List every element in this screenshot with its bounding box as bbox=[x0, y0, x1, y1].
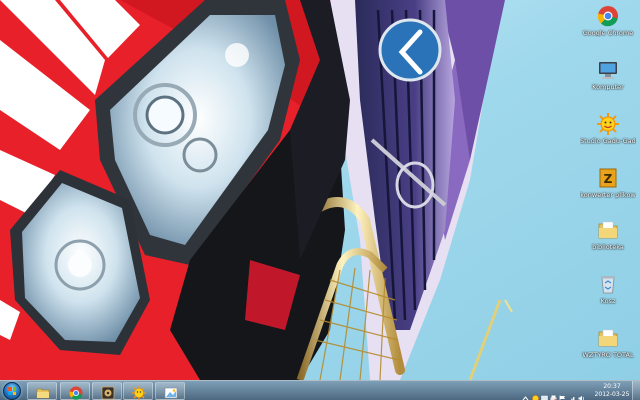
folder-icon bbox=[597, 219, 619, 241]
desktop-icon-wztyro-total[interactable]: WZTYRO TOTAL bbox=[580, 327, 636, 359]
taskbar-gadu-gadu-button[interactable] bbox=[123, 382, 153, 400]
chrome-icon bbox=[597, 5, 619, 27]
desktop-icon-label: WZTYRO TOTAL bbox=[582, 351, 634, 359]
start-button[interactable] bbox=[3, 382, 21, 400]
fire-truck-wallpaper-image bbox=[0, 0, 640, 380]
paint-icon bbox=[164, 385, 178, 399]
flag-tray-icon[interactable] bbox=[559, 387, 566, 400]
windows-logo-icon bbox=[8, 387, 16, 395]
folder-icon bbox=[597, 327, 619, 349]
clock-date: 2012-03-25 bbox=[594, 391, 630, 398]
taskbar-chrome-button[interactable] bbox=[60, 382, 90, 400]
tray-expand-icon[interactable] bbox=[522, 387, 529, 400]
desktop-icon-komputer[interactable]: Komputer bbox=[580, 59, 636, 91]
gadu-gadu-sun-icon bbox=[597, 113, 619, 135]
taskbar-media-button[interactable] bbox=[92, 382, 122, 400]
taskbar: 20:37 2012-03-25 bbox=[0, 380, 640, 400]
desktop-icon-label: Kosz bbox=[600, 297, 616, 305]
network-tray-icon[interactable] bbox=[541, 387, 548, 400]
show-desktop-button[interactable] bbox=[632, 381, 640, 400]
desktop-icon-google-chrome[interactable]: Google Chrome bbox=[580, 5, 636, 37]
computer-icon bbox=[597, 59, 619, 81]
taskbar-explorer-button[interactable] bbox=[27, 382, 57, 400]
recycle-bin-icon bbox=[597, 273, 619, 295]
file-explorer-icon bbox=[36, 385, 50, 399]
desktop-icon-studio-gadu-gadu[interactable]: Studio Gadu-Gadu bbox=[580, 113, 636, 145]
svg-text:Z: Z bbox=[604, 172, 613, 186]
taskbar-paint-button[interactable] bbox=[155, 382, 185, 400]
gadu-gadu-sun-icon bbox=[132, 385, 146, 400]
desktop-icon-kosz[interactable]: Kosz bbox=[580, 273, 636, 305]
desktop-icon-label: Google Chrome bbox=[582, 29, 634, 37]
zip-archive-icon: Z bbox=[597, 167, 619, 189]
printer-tray-icon[interactable] bbox=[550, 387, 557, 400]
media-app-icon bbox=[101, 385, 115, 400]
clock-time: 20:37 bbox=[603, 383, 621, 390]
signal-tray-icon[interactable] bbox=[569, 387, 576, 400]
chrome-icon bbox=[69, 385, 83, 400]
taskbar-clock[interactable]: 20:37 2012-03-25 bbox=[594, 383, 630, 399]
desktop-icon-konwerter[interactable]: Z konwerter plikow bbox=[580, 167, 636, 199]
desktop-icon-label: biblioteka bbox=[592, 243, 624, 251]
gadu-gadu-tray-icon[interactable] bbox=[532, 387, 539, 400]
desktop-wallpaper bbox=[0, 0, 640, 380]
desktop-icon-label: Studio Gadu-Gadu bbox=[580, 137, 636, 145]
desktop-icon-label: konwerter plikow bbox=[580, 191, 636, 199]
desktop-icon-label: Komputer bbox=[592, 83, 624, 91]
volume-tray-icon[interactable] bbox=[578, 387, 585, 400]
desktop-icon-biblioteka[interactable]: biblioteka bbox=[580, 219, 636, 251]
